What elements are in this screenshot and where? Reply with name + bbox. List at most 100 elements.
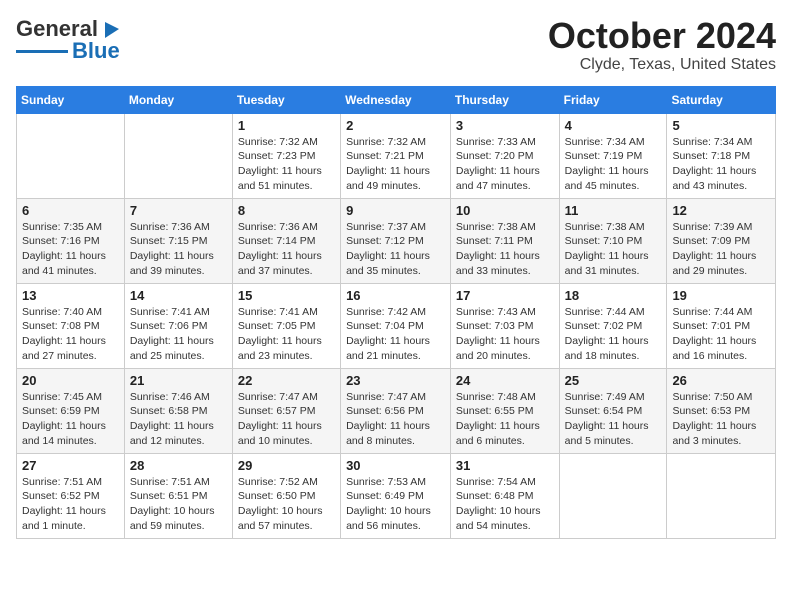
calendar-week-row: 20 Sunrise: 7:45 AM Sunset: 6:59 PM Dayli… (17, 368, 776, 453)
day-number: 26 (672, 373, 770, 388)
calendar-cell: 9Sunrise: 7:37 AM Sunset: 7:12 PM Daylig… (341, 198, 451, 283)
day-number: 27 (22, 458, 119, 473)
calendar-cell: 8Sunrise: 7:36 AM Sunset: 7:14 PM Daylig… (232, 198, 340, 283)
location-title: Clyde, Texas, United States (548, 56, 776, 74)
day-number: 4 (565, 118, 662, 133)
day-detail: Sunrise: 7:36 AM Sunset: 7:14 PM Dayligh… (238, 220, 335, 279)
day-detail: Sunrise: 7:43 AM Sunset: 7:03 PM Dayligh… (456, 305, 554, 364)
calendar-cell: 31 Sunrise: 7:54 AM Sunset: 6:48 PM Dayli… (450, 453, 559, 538)
calendar-header-saturday: Saturday (667, 86, 776, 113)
day-number: 7 (130, 203, 227, 218)
day-detail: Sunrise: 7:48 AM Sunset: 6:55 PM Dayligh… (456, 390, 554, 449)
calendar-cell (667, 453, 776, 538)
calendar-cell: 23 Sunrise: 7:47 AM Sunset: 6:56 PM Dayli… (341, 368, 451, 453)
day-detail: Sunrise: 7:54 AM Sunset: 6:48 PM Dayligh… (456, 475, 554, 534)
day-detail: Sunrise: 7:45 AM Sunset: 6:59 PM Dayligh… (22, 390, 119, 449)
day-detail: Sunrise: 7:53 AM Sunset: 6:49 PM Dayligh… (346, 475, 445, 534)
day-number: 2 (346, 118, 445, 133)
day-number: 11 (565, 203, 662, 218)
calendar-header-tuesday: Tuesday (232, 86, 340, 113)
day-detail: Sunrise: 7:32 AM Sunset: 7:23 PM Dayligh… (238, 135, 335, 194)
day-number: 5 (672, 118, 770, 133)
day-number: 23 (346, 373, 445, 388)
day-number: 31 (456, 458, 554, 473)
day-number: 1 (238, 118, 335, 133)
calendar-cell: 11 Sunrise: 7:38 AM Sunset: 7:10 PM Dayli… (559, 198, 667, 283)
day-detail: Sunrise: 7:49 AM Sunset: 6:54 PM Dayligh… (565, 390, 662, 449)
day-detail: Sunrise: 7:32 AM Sunset: 7:21 PM Dayligh… (346, 135, 445, 194)
calendar-cell: 7 Sunrise: 7:36 AM Sunset: 7:15 PM Daylig… (124, 198, 232, 283)
day-number: 24 (456, 373, 554, 388)
calendar-week-row: 27 Sunrise: 7:51 AM Sunset: 6:52 PM Dayli… (17, 453, 776, 538)
calendar-table: SundayMondayTuesdayWednesdayThursdayFrid… (16, 86, 776, 539)
logo-triangle-icon (99, 18, 121, 40)
calendar-header-wednesday: Wednesday (341, 86, 451, 113)
day-detail: Sunrise: 7:44 AM Sunset: 7:02 PM Dayligh… (565, 305, 662, 364)
day-detail: Sunrise: 7:51 AM Sunset: 6:52 PM Dayligh… (22, 475, 119, 534)
calendar-cell: 13 Sunrise: 7:40 AM Sunset: 7:08 PM Dayli… (17, 283, 125, 368)
calendar-header-sunday: Sunday (17, 86, 125, 113)
calendar-cell: 1 Sunrise: 7:32 AM Sunset: 7:23 PM Daylig… (232, 113, 340, 198)
day-detail: Sunrise: 7:44 AM Sunset: 7:01 PM Dayligh… (672, 305, 770, 364)
calendar-cell: 10 Sunrise: 7:38 AM Sunset: 7:11 PM Dayli… (450, 198, 559, 283)
day-detail: Sunrise: 7:41 AM Sunset: 7:05 PM Dayligh… (238, 305, 335, 364)
day-number: 30 (346, 458, 445, 473)
day-number: 3 (456, 118, 554, 133)
day-detail: Sunrise: 7:40 AM Sunset: 7:08 PM Dayligh… (22, 305, 119, 364)
day-detail: Sunrise: 7:38 AM Sunset: 7:11 PM Dayligh… (456, 220, 554, 279)
day-detail: Sunrise: 7:33 AM Sunset: 7:20 PM Dayligh… (456, 135, 554, 194)
day-detail: Sunrise: 7:47 AM Sunset: 6:56 PM Dayligh… (346, 390, 445, 449)
day-number: 13 (22, 288, 119, 303)
calendar-cell: 17 Sunrise: 7:43 AM Sunset: 7:03 PM Dayli… (450, 283, 559, 368)
day-detail: Sunrise: 7:41 AM Sunset: 7:06 PM Dayligh… (130, 305, 227, 364)
calendar-cell: 21Sunrise: 7:46 AM Sunset: 6:58 PM Dayli… (124, 368, 232, 453)
day-detail: Sunrise: 7:39 AM Sunset: 7:09 PM Dayligh… (672, 220, 770, 279)
calendar-cell: 15 Sunrise: 7:41 AM Sunset: 7:05 PM Dayli… (232, 283, 340, 368)
day-number: 10 (456, 203, 554, 218)
day-number: 20 (22, 373, 119, 388)
page-header: General Blue October 2024 Clyde, Texas, … (16, 16, 776, 74)
calendar-cell: 2 Sunrise: 7:32 AM Sunset: 7:21 PM Daylig… (341, 113, 451, 198)
day-number: 17 (456, 288, 554, 303)
calendar-cell (124, 113, 232, 198)
day-number: 16 (346, 288, 445, 303)
day-detail: Sunrise: 7:51 AM Sunset: 6:51 PM Dayligh… (130, 475, 227, 534)
day-detail: Sunrise: 7:35 AM Sunset: 7:16 PM Dayligh… (22, 220, 119, 279)
day-number: 22 (238, 373, 335, 388)
calendar-cell (559, 453, 667, 538)
day-detail: Sunrise: 7:42 AM Sunset: 7:04 PM Dayligh… (346, 305, 445, 364)
day-number: 19 (672, 288, 770, 303)
calendar-header-monday: Monday (124, 86, 232, 113)
calendar-cell: 3 Sunrise: 7:33 AM Sunset: 7:20 PM Daylig… (450, 113, 559, 198)
day-number: 28 (130, 458, 227, 473)
day-number: 6 (22, 203, 119, 218)
calendar-cell: 12 Sunrise: 7:39 AM Sunset: 7:09 PM Dayli… (667, 198, 776, 283)
calendar-week-row: 13 Sunrise: 7:40 AM Sunset: 7:08 PM Dayli… (17, 283, 776, 368)
logo-line (16, 50, 68, 53)
day-number: 29 (238, 458, 335, 473)
calendar-cell (17, 113, 125, 198)
day-detail: Sunrise: 7:50 AM Sunset: 6:53 PM Dayligh… (672, 390, 770, 449)
calendar-cell: 30 Sunrise: 7:53 AM Sunset: 6:49 PM Dayli… (341, 453, 451, 538)
day-detail: Sunrise: 7:34 AM Sunset: 7:19 PM Dayligh… (565, 135, 662, 194)
day-detail: Sunrise: 7:37 AM Sunset: 7:12 PM Dayligh… (346, 220, 445, 279)
calendar-cell: 22 Sunrise: 7:47 AM Sunset: 6:57 PM Dayli… (232, 368, 340, 453)
day-number: 12 (672, 203, 770, 218)
logo-text-blue: Blue (72, 38, 120, 64)
day-number: 14 (130, 288, 227, 303)
day-detail: Sunrise: 7:36 AM Sunset: 7:15 PM Dayligh… (130, 220, 227, 279)
day-number: 15 (238, 288, 335, 303)
calendar-cell: 26 Sunrise: 7:50 AM Sunset: 6:53 PM Dayli… (667, 368, 776, 453)
calendar-cell: 19 Sunrise: 7:44 AM Sunset: 7:01 PM Dayli… (667, 283, 776, 368)
day-detail: Sunrise: 7:38 AM Sunset: 7:10 PM Dayligh… (565, 220, 662, 279)
calendar-header-row: SundayMondayTuesdayWednesdayThursdayFrid… (17, 86, 776, 113)
calendar-cell: 25Sunrise: 7:49 AM Sunset: 6:54 PM Dayli… (559, 368, 667, 453)
day-detail: Sunrise: 7:47 AM Sunset: 6:57 PM Dayligh… (238, 390, 335, 449)
calendar-cell: 6 Sunrise: 7:35 AM Sunset: 7:16 PM Daylig… (17, 198, 125, 283)
calendar-cell: 16 Sunrise: 7:42 AM Sunset: 7:04 PM Dayli… (341, 283, 451, 368)
day-detail: Sunrise: 7:34 AM Sunset: 7:18 PM Dayligh… (672, 135, 770, 194)
day-detail: Sunrise: 7:52 AM Sunset: 6:50 PM Dayligh… (238, 475, 335, 534)
calendar-cell: 29 Sunrise: 7:52 AM Sunset: 6:50 PM Dayli… (232, 453, 340, 538)
calendar-cell: 18Sunrise: 7:44 AM Sunset: 7:02 PM Dayli… (559, 283, 667, 368)
calendar-cell: 4 Sunrise: 7:34 AM Sunset: 7:19 PM Daylig… (559, 113, 667, 198)
